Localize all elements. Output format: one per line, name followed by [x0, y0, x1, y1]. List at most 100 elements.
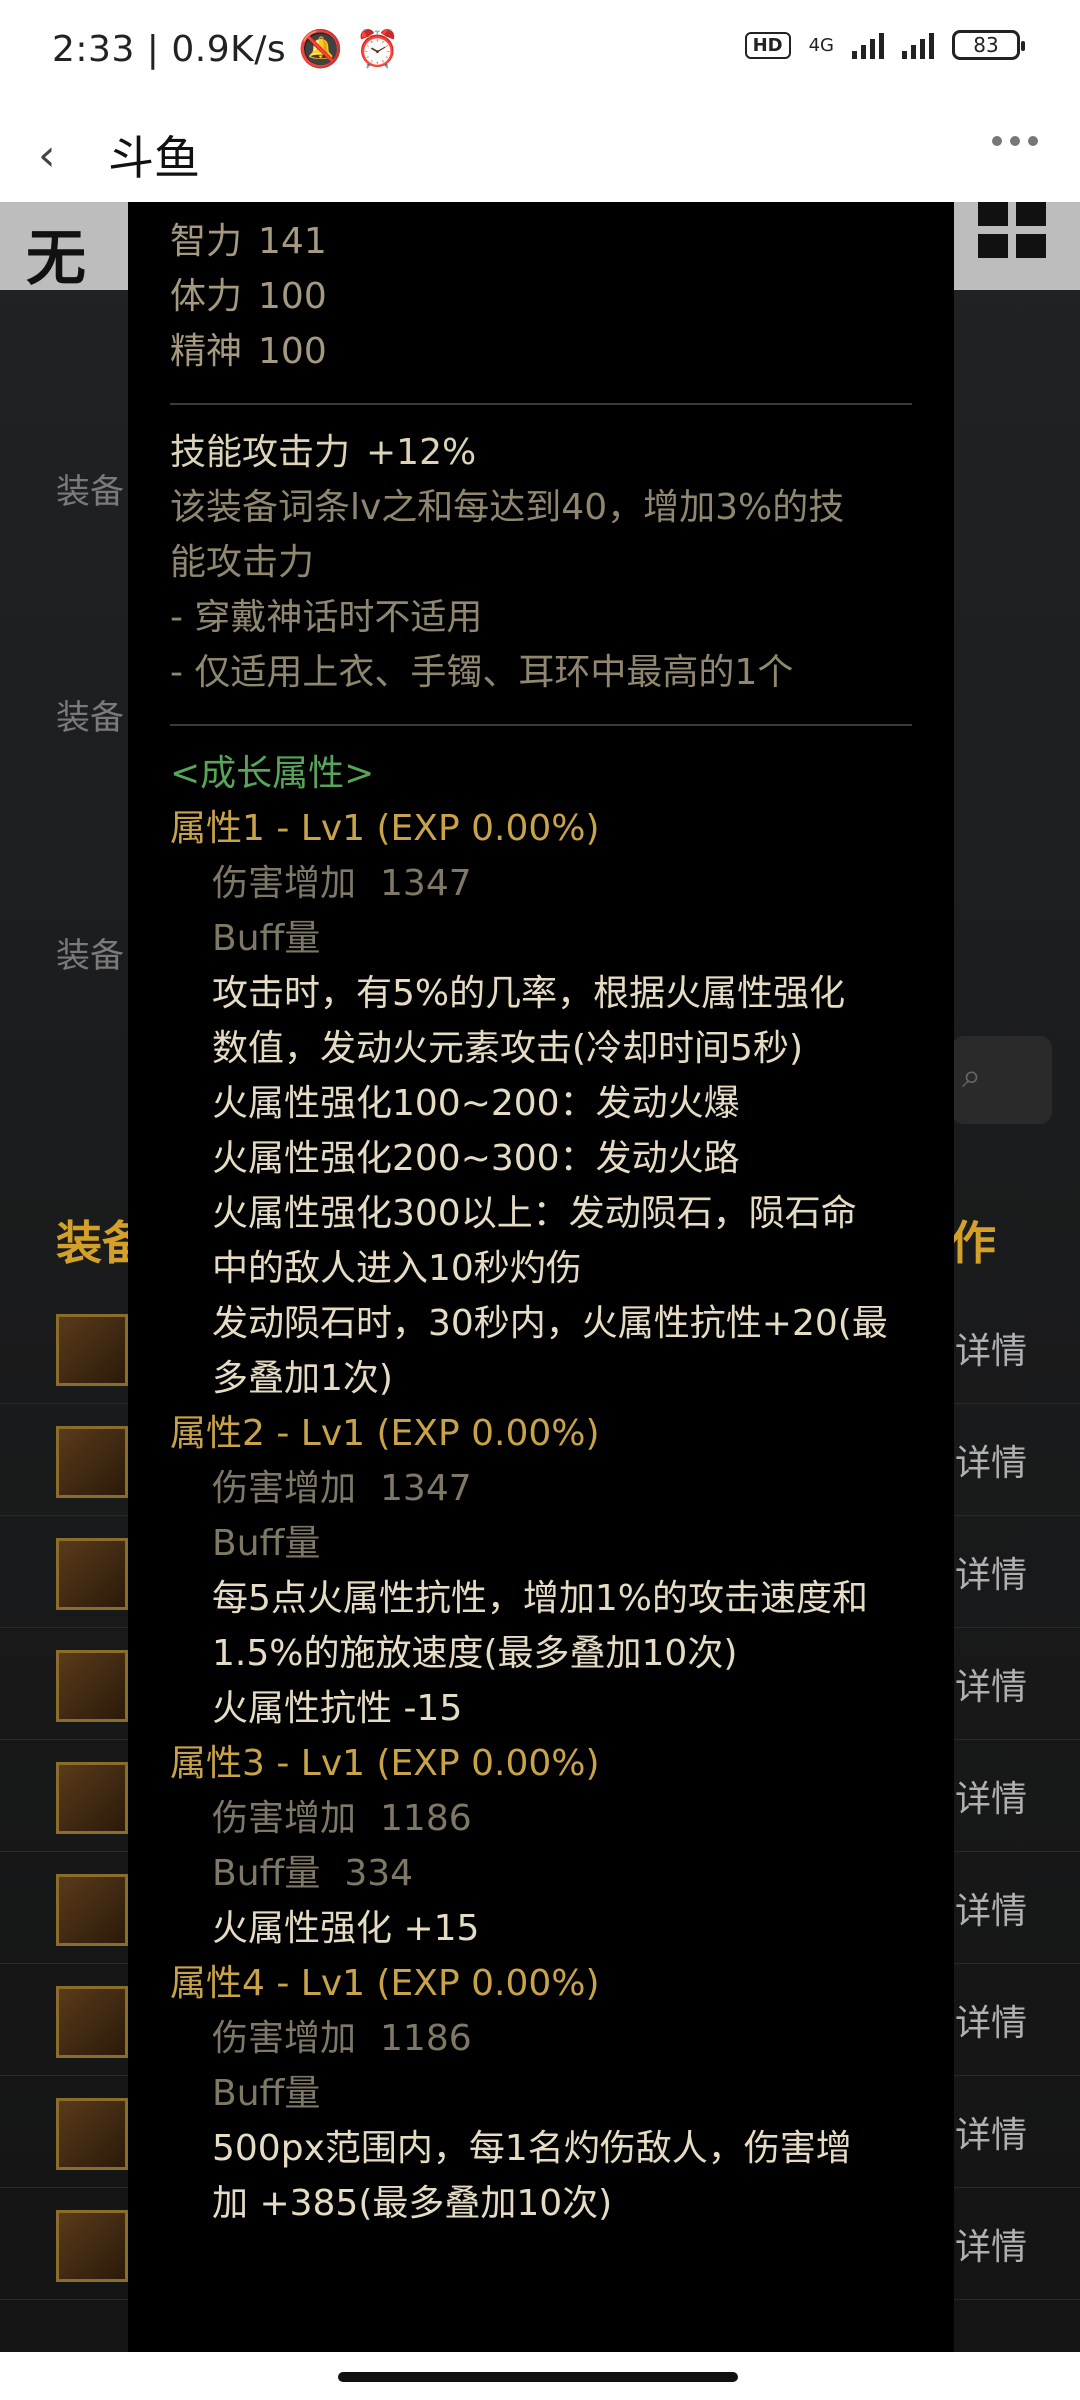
damage-value: 1347	[380, 863, 472, 904]
stat-value: 100	[258, 276, 327, 317]
equipment-label: 装备	[56, 472, 124, 512]
item-thumbnail	[56, 1874, 128, 1946]
detail-link[interactable]: 详情	[955, 1434, 1027, 1486]
mute-icon: 🔕	[298, 29, 344, 70]
detail-link[interactable]: 详情	[955, 2218, 1027, 2270]
damage-row: 伤害增加 1347	[170, 856, 912, 911]
item-thumbnail	[56, 1986, 128, 2058]
signal-icon-2	[902, 31, 934, 59]
divider	[170, 403, 912, 405]
buff-row: Buff量	[170, 1516, 912, 1571]
detail-link[interactable]: 详情	[955, 1322, 1027, 1374]
buff-row: Buff量	[170, 911, 912, 966]
signal-icon	[852, 31, 884, 59]
damage-row: 伤害增加 1186	[170, 1791, 912, 1846]
network-type: 4G	[808, 34, 834, 56]
attribute-title: 属性2 - Lv1 (EXP 0.00%)	[170, 1413, 600, 1454]
attribute-desc: 1.5%的施放速度(最多叠加10次)	[212, 1633, 738, 1674]
growth-label: <成长属性>	[170, 753, 375, 794]
item-thumbnail	[56, 2098, 128, 2170]
clock: 2:33	[52, 29, 135, 70]
detail-link[interactable]: 详情	[955, 1658, 1027, 1710]
stat-value: 100	[258, 331, 327, 372]
attribute-desc: 火属性强化 +15	[212, 1908, 480, 1949]
skill-desc-line: 该装备词条lv之和每达到40，增加3%的技	[170, 487, 845, 528]
damage-label: 伤害增加	[212, 1798, 357, 1839]
damage-row: 伤害增加 1186	[170, 2011, 912, 2066]
buff-label: Buff量	[212, 1523, 321, 1564]
damage-value: 1186	[380, 1798, 472, 1839]
item-thumbnail	[56, 1426, 128, 1498]
detail-link[interactable]: 详情	[955, 1770, 1027, 1822]
divider	[170, 724, 912, 726]
status-right: HD 4G 83	[744, 30, 1025, 60]
item-thumbnail	[56, 1314, 128, 1386]
buff-label: Buff量	[212, 2073, 321, 2114]
damage-value: 1186	[380, 2018, 472, 2059]
attribute-desc: 发动陨石时，30秒内，火属性抗性+20(最	[212, 1303, 888, 1344]
page-title: 斗鱼	[108, 131, 200, 185]
item-thumbnail	[56, 1538, 128, 1610]
damage-row: 伤害增加 1347	[170, 1461, 912, 1516]
attribute-title: 属性4 - Lv1 (EXP 0.00%)	[170, 1963, 600, 2004]
hd-badge: HD	[744, 31, 791, 59]
detail-link[interactable]: 详情	[955, 1994, 1027, 2046]
equipment-label: 装备	[56, 936, 124, 976]
detail-link[interactable]: 详情	[955, 1882, 1027, 1934]
battery-icon: 83	[952, 30, 1025, 60]
attribute-desc: 加 +385(最多叠加10次)	[212, 2183, 613, 2224]
status-time: 2:33 | 0.9K/s 🔕 ⏰	[52, 29, 401, 70]
stat-row: 智力 141	[170, 214, 912, 269]
stat-value: 141	[258, 221, 327, 262]
damage-label: 伤害增加	[212, 1468, 357, 1509]
attribute-desc: 攻击时，有5%的几率，根据火属性强化	[212, 973, 846, 1014]
back-icon[interactable]: ‹	[38, 130, 56, 181]
grid-menu-icon[interactable]	[978, 202, 1050, 258]
buff-row: Buff量	[170, 2066, 912, 2121]
skill-desc-line: - 穿戴神话时不适用	[170, 597, 483, 638]
buff-row: Buff量 334	[170, 1846, 912, 1901]
more-options-icon[interactable]	[992, 136, 1038, 146]
network-speed: 0.9K/s	[171, 29, 287, 70]
detail-link[interactable]: 详情	[955, 2106, 1027, 2158]
home-indicator[interactable]	[338, 2372, 738, 2382]
stat-row: 体力 100	[170, 269, 912, 324]
status-bar: 2:33 | 0.9K/s 🔕 ⏰ HD 4G 83	[0, 0, 1080, 100]
stat-name: 智力	[170, 221, 243, 262]
search-icon: ⌕	[962, 1056, 982, 1096]
attribute-desc: 多叠加1次)	[212, 1358, 393, 1399]
attribute-desc: 中的敌人进入10秒灼伤	[212, 1248, 582, 1289]
tooltip-content: 智力 141 体力 100 精神 100 技能攻击力 +12% 该装备词条lv之和每达到…	[170, 214, 912, 2231]
app-header: ‹ 斗鱼	[0, 100, 1080, 202]
attribute-desc: 每5点火属性抗性，增加1%的攻击速度和	[212, 1578, 869, 1619]
item-thumbnail	[56, 1762, 128, 1834]
alarm-icon: ⏰	[355, 29, 401, 70]
damage-value: 1347	[380, 1468, 472, 1509]
damage-label: 伤害增加	[212, 2018, 357, 2059]
attribute-desc: 火属性抗性 -15	[212, 1688, 463, 1729]
buff-value: 334	[344, 1853, 414, 1894]
attribute-desc: 500px范围内，每1名灼伤敌人，伤害增	[212, 2128, 852, 2169]
detail-link[interactable]: 详情	[955, 1546, 1027, 1598]
stat-name: 精神	[170, 331, 243, 372]
buff-label: Buff量	[212, 918, 321, 959]
skill-desc-line: 能攻击力	[170, 542, 315, 583]
section-heading-right: 作	[950, 1216, 996, 1270]
stat-name: 体力	[170, 276, 243, 317]
attribute-desc: 火属性强化300以上：发动陨石，陨石命	[212, 1193, 857, 1234]
item-thumbnail	[56, 1650, 128, 1722]
attribute-desc: 火属性强化100~200：发动火爆	[212, 1083, 740, 1124]
buff-label: Buff量	[212, 1853, 321, 1894]
item-thumbnail	[56, 2210, 128, 2282]
attribute-desc: 火属性强化200~300：发动火路	[212, 1138, 740, 1179]
stat-row: 精神 100	[170, 324, 912, 379]
skill-value: +12%	[366, 432, 477, 473]
attribute-title: 属性3 - Lv1 (EXP 0.00%)	[170, 1743, 600, 1784]
damage-label: 伤害增加	[212, 863, 357, 904]
skill-title: 技能攻击力	[170, 432, 351, 473]
search-field[interactable]: ⌕	[952, 1036, 1052, 1124]
attribute-desc: 数值，发动火元素攻击(冷却时间5秒)	[212, 1028, 803, 1069]
equipment-label: 装备	[56, 698, 124, 738]
attribute-title: 属性1 - Lv1 (EXP 0.00%)	[170, 808, 600, 849]
item-tooltip: 智力 141 体力 100 精神 100 技能攻击力 +12% 该装备词条lv之和每达到…	[128, 202, 954, 2352]
